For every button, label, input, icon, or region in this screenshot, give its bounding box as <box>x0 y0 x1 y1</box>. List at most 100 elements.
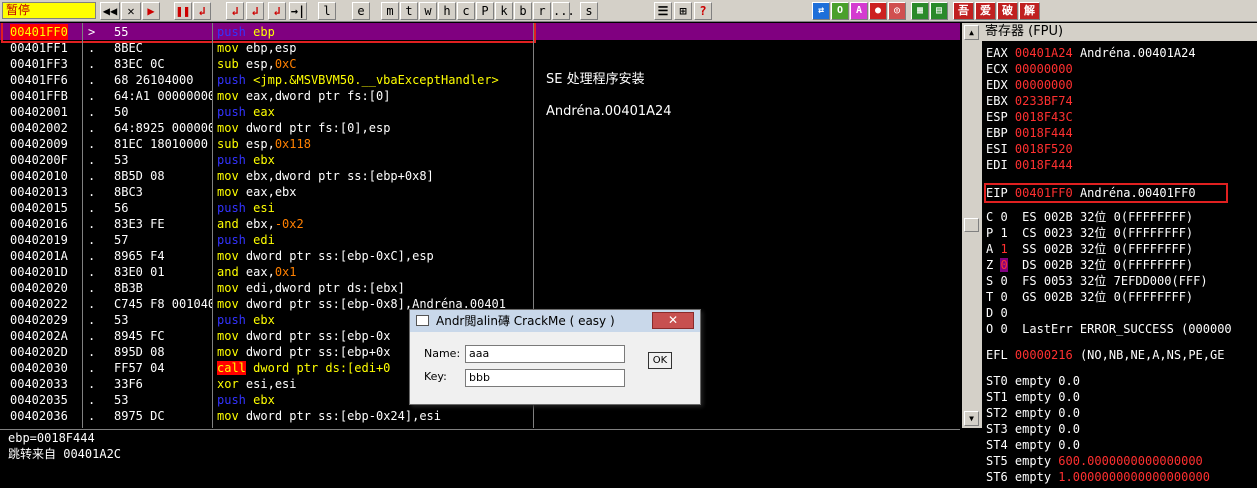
register-row[interactable]: ECX 00000000 <box>986 61 1080 77</box>
disasm-row[interactable]: 00401FF6. 68 26104000 push <jmp.&MSVBVM50.… <box>0 72 960 88</box>
disasm-row[interactable]: 00402001. 50 push eax Andréna.00401A24 <box>0 104 960 120</box>
window-button[interactable]: ◎ <box>888 2 906 20</box>
disasm-row[interactable]: 00402019. 57 push edi <box>0 232 960 248</box>
register-row[interactable]: ESI 0018F520 <box>986 141 1080 157</box>
fpu-row[interactable]: ST0 empty 0.0 <box>986 373 1080 389</box>
fpu-value[interactable]: 600.0000000000000000 <box>1058 454 1203 468</box>
toolbar-button[interactable]: ↲ <box>268 2 286 20</box>
flag-row[interactable]: S 0 FS 0053 32位 7EFDD000(FFF) <box>986 273 1208 289</box>
disasm-row[interactable]: 00402016. 83E3 FE and ebx,-0x2 <box>0 216 960 232</box>
flag-row[interactable]: D 0 <box>986 305 1044 321</box>
disasm-row[interactable]: 00402002. 64:8925 000000 mov dword ptr fs:… <box>0 120 960 136</box>
fpu-value[interactable]: 0.0 <box>1058 374 1080 388</box>
scroll-up-arrow[interactable]: ▲ <box>964 25 979 40</box>
disasm-row[interactable]: 0040201A. 8965 F4 mov dword ptr ss:[ebp-0x… <box>0 248 960 264</box>
disasm-row[interactable]: 00402015. 56 push esi <box>0 200 960 216</box>
toolbar-button[interactable]: l <box>318 2 336 20</box>
flag-value[interactable]: 0 <box>1000 290 1007 304</box>
register-value[interactable]: 0018F444 <box>1015 158 1073 172</box>
toolbar-button[interactable]: s <box>580 2 598 20</box>
toolbar-button[interactable]: e <box>352 2 370 20</box>
toolbar-button[interactable]: ... <box>552 2 575 20</box>
register-value[interactable]: 0018F520 <box>1015 142 1073 156</box>
window-button[interactable]: ▤ <box>930 2 948 20</box>
flag-value[interactable]: 0 <box>1000 210 1007 224</box>
register-row[interactable]: ESP 0018F43C <box>986 109 1080 125</box>
disasm-row[interactable]: 00401FFB. 64:A1 00000000 mov eax,dword ptr… <box>0 88 960 104</box>
window-button[interactable]: ⇄ <box>812 2 830 20</box>
toolbar-button[interactable]: m <box>381 2 399 20</box>
register-row[interactable]: EBX 0233BF74 <box>986 93 1080 109</box>
fpu-value[interactable]: 0.0 <box>1058 406 1080 420</box>
disasm-row[interactable]: 00402036. 8975 DC mov dword ptr ss:[ebp-0x… <box>0 408 960 424</box>
registers-pane[interactable]: 寄存器 (FPU) EAX 00401A24 Andréna.00401A24 E… <box>982 23 1257 488</box>
disasm-row[interactable]: 0040200F. 53 push ebx <box>0 152 960 168</box>
flag-row[interactable]: C 0 ES 002B 32位 0(FFFFFFFF) <box>986 209 1193 225</box>
plugin-button[interactable]: 破 <box>997 2 1018 20</box>
flag-row[interactable]: T 0 GS 002B 32位 0(FFFFFFFF) <box>986 289 1193 305</box>
toolbar-button[interactable]: ❚❚ <box>174 2 192 20</box>
toolbar-button[interactable]: ? <box>694 2 712 20</box>
register-value[interactable]: 0018F43C <box>1015 110 1073 124</box>
dialog-titlebar[interactable]: Andr閲alin磚 CrackMe ( easy ) ✕ <box>410 310 700 332</box>
crackme-dialog[interactable]: Andr閲alin磚 CrackMe ( easy ) ✕ Name: aaa … <box>409 309 701 405</box>
toolbar-button[interactable]: ✕ <box>121 2 141 20</box>
flag-row[interactable]: Z 0 DS 002B 32位 0(FFFFFFFF) <box>986 257 1193 273</box>
disasm-row[interactable]: 0040201D. 83E0 01 and eax,0x1 <box>0 264 960 280</box>
fpu-row[interactable]: ST1 empty 0.0 <box>986 389 1080 405</box>
window-button[interactable]: ● <box>869 2 887 20</box>
disasm-row[interactable]: 00402013. 8BC3 mov eax,ebx <box>0 184 960 200</box>
window-button[interactable]: O <box>831 2 849 20</box>
toolbar-button[interactable]: →| <box>289 2 307 20</box>
disassembly-scrollbar[interactable]: ▲ ▼ <box>962 23 982 428</box>
toolbar-button[interactable]: t <box>400 2 418 20</box>
name-input[interactable]: aaa <box>465 345 625 363</box>
register-row[interactable]: EDI 0018F444 <box>986 157 1080 173</box>
register-row[interactable]: EBP 0018F444 <box>986 125 1080 141</box>
disasm-row[interactable]: 00401FF1. 8BEC mov ebp,esp <box>0 40 960 56</box>
plugin-button[interactable]: 爱 <box>975 2 996 20</box>
toolbar-button[interactable]: ▶ <box>142 2 160 20</box>
register-value[interactable]: 00401FF0 <box>1015 186 1073 200</box>
disasm-row[interactable]: 00401FF0 >55 push ebp <box>0 23 960 43</box>
scroll-down-arrow[interactable]: ▼ <box>964 411 979 426</box>
eip-row[interactable]: EIP 00401FF0 Andréna.00401FF0 <box>984 183 1228 203</box>
key-input[interactable]: bbb <box>465 369 625 387</box>
scroll-thumb[interactable] <box>964 218 979 232</box>
register-row[interactable]: EDX 00000000 <box>986 77 1080 93</box>
register-row[interactable]: EAX 00401A24 Andréna.00401A24 <box>986 45 1196 61</box>
fpu-value[interactable]: 1.0000000000000000000 <box>1058 470 1210 484</box>
flag-row[interactable]: P 1 CS 0023 32位 0(FFFFFFFF) <box>986 225 1193 241</box>
fpu-value[interactable]: 0.0 <box>1058 390 1080 404</box>
toolbar-button[interactable]: ↲ <box>226 2 244 20</box>
ok-button[interactable]: OK <box>648 352 672 369</box>
toolbar-button[interactable]: w <box>419 2 437 20</box>
plugin-button[interactable]: 解 <box>1019 2 1040 20</box>
fpu-value[interactable]: 0.0 <box>1058 422 1080 436</box>
window-button[interactable]: A <box>850 2 868 20</box>
register-value[interactable]: 00401A24 <box>1015 46 1073 60</box>
toolbar-button[interactable]: k <box>495 2 513 20</box>
toolbar-button[interactable]: ↲ <box>246 2 264 20</box>
toolbar-button[interactable]: h <box>438 2 456 20</box>
flag-value[interactable]: 0 <box>1000 306 1007 320</box>
disasm-row[interactable]: 00402009. 81EC 18010000 sub esp,0x118 <box>0 136 960 152</box>
register-value[interactable]: 0018F444 <box>1015 126 1073 140</box>
register-value[interactable]: 00000216 <box>1015 348 1073 362</box>
toolbar-button[interactable]: b <box>514 2 532 20</box>
register-value[interactable]: 00000000 <box>1015 62 1073 76</box>
window-button[interactable]: ▦ <box>911 2 929 20</box>
registers-header[interactable]: 寄存器 (FPU) <box>982 23 1257 41</box>
fpu-row[interactable]: ST3 empty 0.0 <box>986 421 1080 437</box>
register-value[interactable]: 0233BF74 <box>1015 94 1073 108</box>
toolbar-button[interactable]: c <box>457 2 475 20</box>
disasm-row[interactable]: 00402010. 8B5D 08 mov ebx,dword ptr ss:[eb… <box>0 168 960 184</box>
flag-value[interactable]: 1 <box>1000 226 1007 240</box>
toolbar-button[interactable]: ☰ <box>654 2 672 20</box>
toolbar-button[interactable]: ↲ <box>193 2 211 20</box>
toolbar-button[interactable]: ⊞ <box>674 2 692 20</box>
fpu-row[interactable]: ST2 empty 0.0 <box>986 405 1080 421</box>
toolbar-button[interactable]: r <box>533 2 551 20</box>
fpu-row[interactable]: ST4 empty 0.0 <box>986 437 1080 453</box>
flag-value[interactable]: 0 <box>1000 274 1007 288</box>
